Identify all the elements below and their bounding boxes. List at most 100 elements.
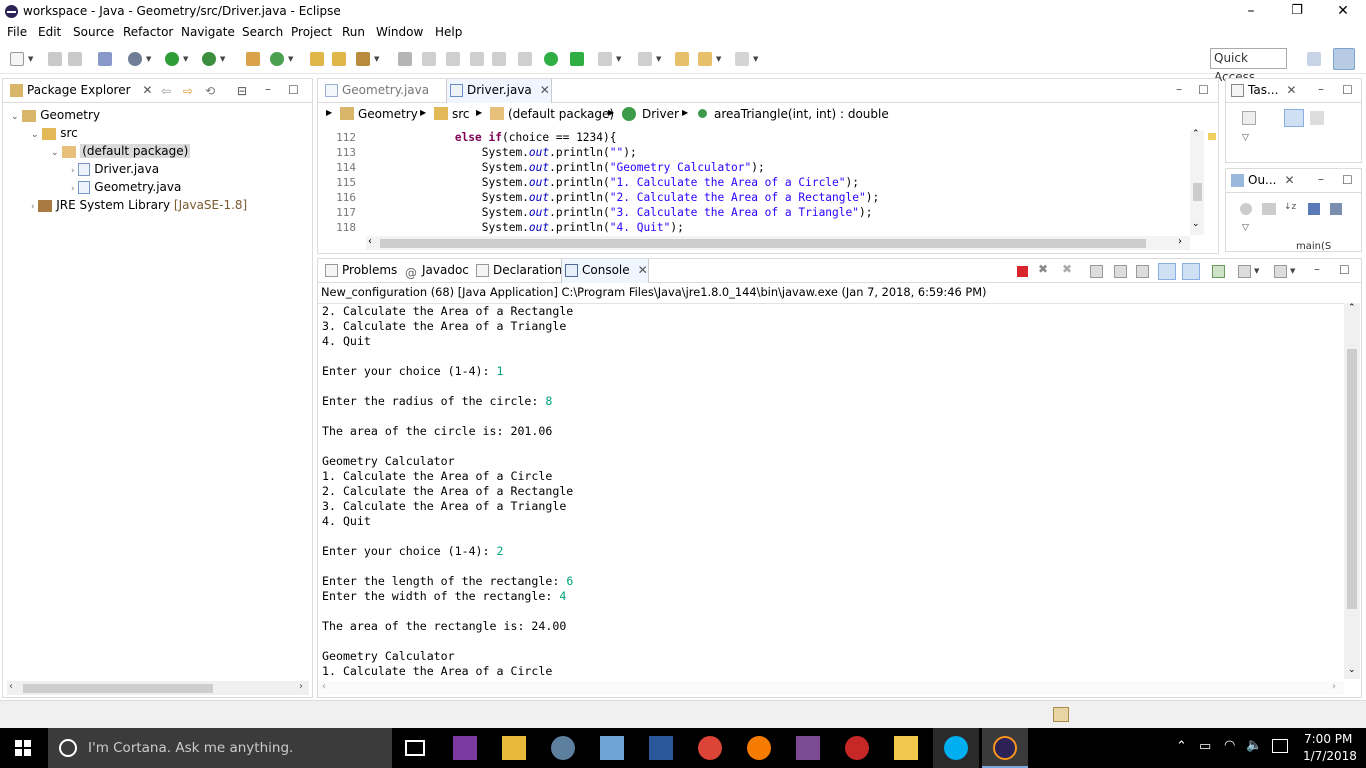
word-wrap-icon[interactable] (492, 52, 506, 66)
hide-fields-icon[interactable] (1240, 203, 1252, 215)
show-whitespace-icon[interactable] (518, 52, 532, 66)
hide-static-icon[interactable] (1262, 203, 1276, 215)
menu-help[interactable]: Help (435, 25, 462, 39)
hide-non-public-icon[interactable] (1308, 203, 1320, 215)
menu-run[interactable]: Run (342, 25, 365, 39)
edit-icon[interactable] (422, 52, 436, 66)
categorize-icon[interactable] (1284, 109, 1304, 127)
outline-item[interactable]: main(S (1296, 241, 1331, 251)
show-on-stderr-icon[interactable] (1182, 263, 1200, 280)
minimize-view-icon[interactable]: – (265, 82, 271, 96)
maximize-button[interactable]: ❐ (1274, 0, 1320, 23)
notification-icon[interactable] (1272, 739, 1288, 753)
debug-icon[interactable] (128, 52, 142, 66)
link-editor-icon[interactable]: ⟲ (205, 84, 215, 98)
view-menu-icon[interactable]: ▽ (1242, 133, 1249, 143)
remove-launch-icon[interactable]: ✖ (1038, 262, 1048, 276)
new-task-icon[interactable] (1242, 111, 1256, 125)
menu-refactor[interactable]: Refactor (123, 25, 173, 39)
green-square-icon[interactable] (570, 52, 584, 66)
java-perspective-icon[interactable] (1333, 48, 1355, 70)
breadcrumb-src[interactable]: src (452, 107, 470, 121)
save-all-icon[interactable] (68, 52, 82, 66)
scroll-lock-icon[interactable] (1114, 265, 1127, 278)
console-vertical-scrollbar[interactable]: ⌃ ⌄ (1344, 303, 1360, 679)
next-annotation-icon[interactable] (598, 52, 612, 66)
close-tab-icon[interactable]: ✕ (638, 263, 648, 277)
minimize-editor-icon[interactable]: – (1176, 82, 1182, 96)
breadcrumb-driver[interactable]: Driver (642, 107, 679, 121)
prev-annotation-icon[interactable] (638, 52, 652, 66)
breadcrumb-method[interactable]: areaTriangle(int, int) : double (714, 107, 889, 121)
tree-item-driver-java[interactable]: › Driver.java (71, 160, 159, 178)
menu-project[interactable]: Project (291, 25, 332, 39)
hide-local-types-icon[interactable] (1330, 203, 1342, 215)
tab-tasks[interactable]: Tas... ✕ (1228, 79, 1296, 103)
app-icon[interactable] (845, 736, 869, 760)
firefox-icon[interactable] (747, 736, 771, 760)
paint-icon[interactable] (551, 736, 575, 760)
progress-icon[interactable] (1053, 707, 1069, 722)
open-type-icon[interactable] (310, 52, 324, 66)
menu-window[interactable]: Window (376, 25, 423, 39)
windows-start-icon[interactable] (15, 740, 31, 756)
quick-access-input[interactable]: Quick Access (1210, 48, 1287, 84)
file-explorer-icon[interactable] (502, 736, 526, 760)
new-java-class-icon[interactable] (270, 52, 284, 66)
onenote-icon[interactable] (453, 736, 477, 760)
run-icon[interactable] (165, 52, 179, 66)
word-wrap-icon[interactable] (1136, 265, 1149, 278)
forward-nav-icon[interactable]: ⇨ (183, 84, 193, 98)
minimize-view-icon[interactable]: – (1318, 172, 1324, 186)
menu-source[interactable]: Source (73, 25, 114, 39)
tree-item-jre-library[interactable]: › JRE System Library [JavaSE-1.8] (31, 196, 247, 214)
save-icon[interactable] (48, 52, 62, 66)
menu-edit[interactable]: Edit (38, 25, 61, 39)
collapse-all-icon[interactable]: ⊟ (237, 84, 247, 98)
tree-item-geometry-project[interactable]: ⌄ Geometry (11, 106, 100, 124)
search-tool-icon[interactable] (356, 52, 370, 66)
winrar-icon[interactable] (796, 736, 820, 760)
clear-console-icon[interactable] (1090, 265, 1103, 278)
back-icon[interactable] (698, 52, 712, 66)
sort-icon[interactable]: ↓z (1284, 202, 1298, 216)
close-tab-icon[interactable]: ✕ (142, 83, 152, 97)
run-external-icon[interactable] (202, 52, 216, 66)
terminate-icon[interactable] (1017, 266, 1028, 277)
folder-icon[interactable] (894, 736, 918, 760)
open-task-icon[interactable] (332, 52, 346, 66)
tab-package-explorer[interactable]: Package Explorer ✕ (7, 79, 152, 103)
minimize-button[interactable]: – (1228, 0, 1274, 23)
pin-console-icon[interactable] (1212, 265, 1225, 278)
tab-driver-java[interactable]: Driver.java ✕ (446, 79, 552, 103)
word-icon[interactable] (649, 736, 673, 760)
close-tab-icon[interactable]: ✕ (1285, 173, 1295, 187)
maximize-view-icon[interactable]: ☐ (1339, 263, 1350, 277)
tab-geometry-java[interactable]: Geometry.java (322, 79, 429, 103)
scrollbar-thumb[interactable] (380, 239, 1146, 248)
forward-icon[interactable] (735, 52, 749, 66)
tab-outline[interactable]: Ou... ✕ (1228, 169, 1295, 193)
tab-javadoc[interactable]: @ Javadoc (402, 259, 469, 283)
console-output[interactable]: 2. Calculate the Area of a Rectangle 3. … (318, 303, 1344, 679)
wifi-icon[interactable]: ◠ (1224, 738, 1235, 753)
tab-declaration[interactable]: Declaration (473, 259, 562, 283)
menu-search[interactable]: Search (242, 25, 283, 39)
editor-horizontal-scrollbar[interactable]: ‹ › (366, 236, 1190, 250)
clock-date[interactable]: 1/7/2018 (1303, 749, 1357, 763)
show-on-stdout-icon[interactable] (1158, 263, 1176, 280)
maximize-view-icon[interactable]: ☐ (1342, 173, 1353, 187)
tab-problems[interactable]: Problems (322, 259, 397, 283)
scrollbar-thumb[interactable] (1193, 183, 1202, 201)
tree-item-default-package[interactable]: ⌄ (default package) (51, 142, 191, 160)
remove-all-launches-icon[interactable]: ✖ (1062, 262, 1072, 276)
open-console-icon[interactable] (1274, 265, 1287, 278)
chrome-icon[interactable] (698, 736, 722, 760)
breadcrumb-default-package[interactable]: (default package) (508, 107, 614, 121)
battery-icon[interactable]: ▭ (1199, 739, 1211, 754)
new-icon[interactable] (10, 52, 24, 66)
toggle-mark-icon[interactable] (446, 52, 460, 66)
maximize-view-icon[interactable]: ☐ (1342, 83, 1353, 97)
scrollbar-thumb[interactable] (1347, 349, 1357, 609)
scrollbar-thumb[interactable] (23, 684, 213, 693)
